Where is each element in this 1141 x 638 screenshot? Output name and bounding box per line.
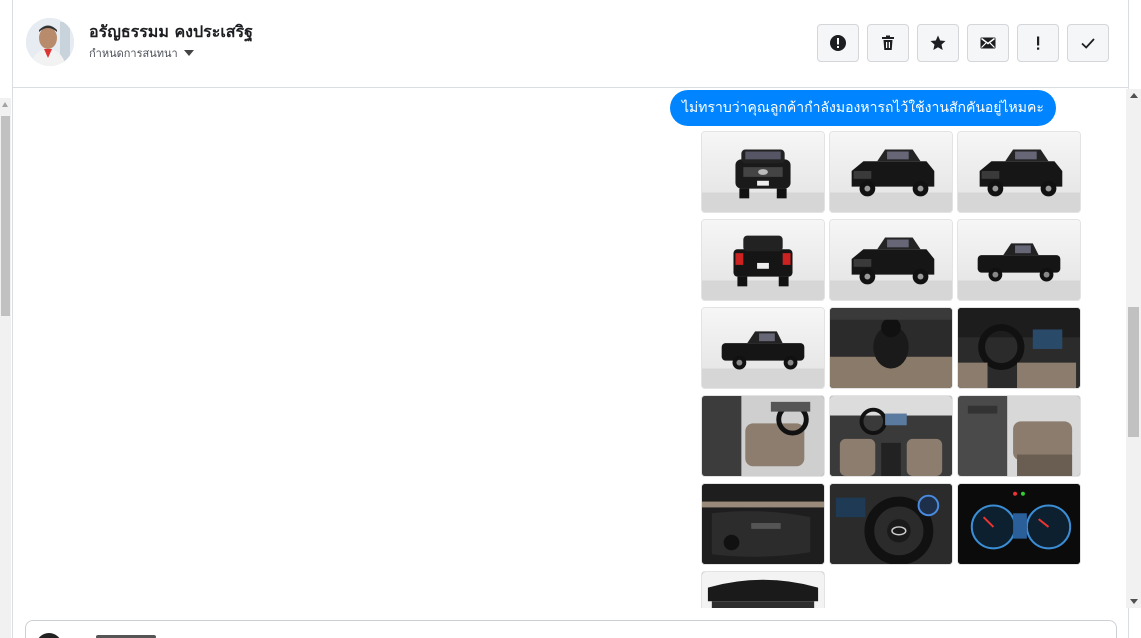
scroll-up-icon[interactable] — [1130, 93, 1138, 98]
exclamation-icon — [1037, 36, 1040, 50]
interior-photo-image — [958, 308, 1080, 388]
scroll-down-icon[interactable] — [1130, 599, 1138, 604]
gallery-photo[interactable] — [829, 483, 953, 565]
exterior-photo-image — [702, 220, 824, 300]
photo-gallery — [701, 131, 1083, 608]
left-scrollbar-thumb[interactable] — [1, 116, 10, 316]
mark-done-button[interactable] — [1067, 24, 1109, 62]
gallery-photo[interactable] — [829, 395, 953, 477]
gallery-photo[interactable] — [701, 307, 825, 389]
left-scrollbar[interactable] — [0, 98, 11, 638]
interior-photo-image — [830, 484, 952, 564]
report-button[interactable] — [817, 24, 859, 62]
exterior-photo-image — [830, 132, 952, 212]
app: อรัญธรรมม คงประเสริฐ กำหนดการสนทนา ไม่ทร… — [0, 0, 1141, 638]
trash-icon — [882, 35, 894, 50]
interior-photo-image — [958, 484, 1080, 564]
engine-photo-image — [702, 572, 824, 608]
caret-down-icon — [183, 50, 194, 56]
gallery-photo[interactable] — [957, 219, 1081, 301]
gallery-photo[interactable] — [701, 395, 825, 477]
report-icon — [830, 35, 846, 51]
gallery-photo[interactable] — [957, 307, 1081, 389]
message-composer[interactable] — [25, 620, 1117, 638]
gallery-photo[interactable] — [701, 219, 825, 301]
exterior-photo-image — [830, 220, 952, 300]
scroll-up-icon[interactable] — [2, 102, 8, 107]
check-icon — [1081, 38, 1095, 49]
conversation-status-dropdown[interactable]: กำหนดการสนทนา — [89, 44, 194, 62]
delete-button[interactable] — [867, 24, 909, 62]
conversation-panel: อรัญธรรมม คงประเสริฐ กำหนดการสนทนา ไม่ทร… — [12, 0, 1141, 638]
interior-photo-image — [702, 484, 824, 564]
conversation-status-label: กำหนดการสนทนา — [89, 47, 178, 60]
interior-photo-image — [702, 396, 824, 476]
star-button[interactable] — [917, 24, 959, 62]
thread-scrollbar[interactable] — [1126, 89, 1141, 608]
thread-scrollbar-thumb[interactable] — [1128, 307, 1139, 437]
gallery-photo[interactable] — [829, 219, 953, 301]
message-bubble: ไม่ทราบว่าคุณลูกค้ากำลังมองหารถไว้ใช้งาน… — [670, 90, 1056, 126]
mail-icon — [980, 37, 996, 49]
avatar[interactable] — [26, 18, 74, 66]
interior-photo-image — [830, 396, 952, 476]
action-toolbar — [817, 24, 1109, 62]
conversation-header: อรัญธรรมม คงประเสริฐ กำหนดการสนทนา — [13, 0, 1128, 88]
exterior-photo-image — [702, 308, 824, 388]
contact-name: อรัญธรรมม คงประเสริฐ — [89, 22, 253, 41]
gallery-photo[interactable] — [957, 483, 1081, 565]
interior-photo-image — [958, 396, 1080, 476]
exterior-photo-image — [702, 132, 824, 212]
exterior-photo-image — [958, 132, 1080, 212]
composer-avatar — [36, 633, 62, 638]
gallery-photo[interactable] — [957, 131, 1081, 213]
gallery-photo[interactable] — [829, 307, 953, 389]
exterior-photo-image — [958, 220, 1080, 300]
mark-unread-button[interactable] — [967, 24, 1009, 62]
gallery-photo[interactable] — [957, 395, 1081, 477]
gallery-photo[interactable] — [701, 483, 825, 565]
message-thread[interactable]: ไม่ทราบว่าคุณลูกค้ากำลังมองหารถไว้ใช้งาน… — [13, 89, 1114, 608]
star-icon — [930, 35, 946, 50]
gallery-photo[interactable] — [829, 131, 953, 213]
interior-photo-image — [830, 308, 952, 388]
gallery-photo[interactable] — [701, 571, 825, 608]
gallery-photo[interactable] — [701, 131, 825, 213]
follow-up-button[interactable] — [1017, 24, 1059, 62]
